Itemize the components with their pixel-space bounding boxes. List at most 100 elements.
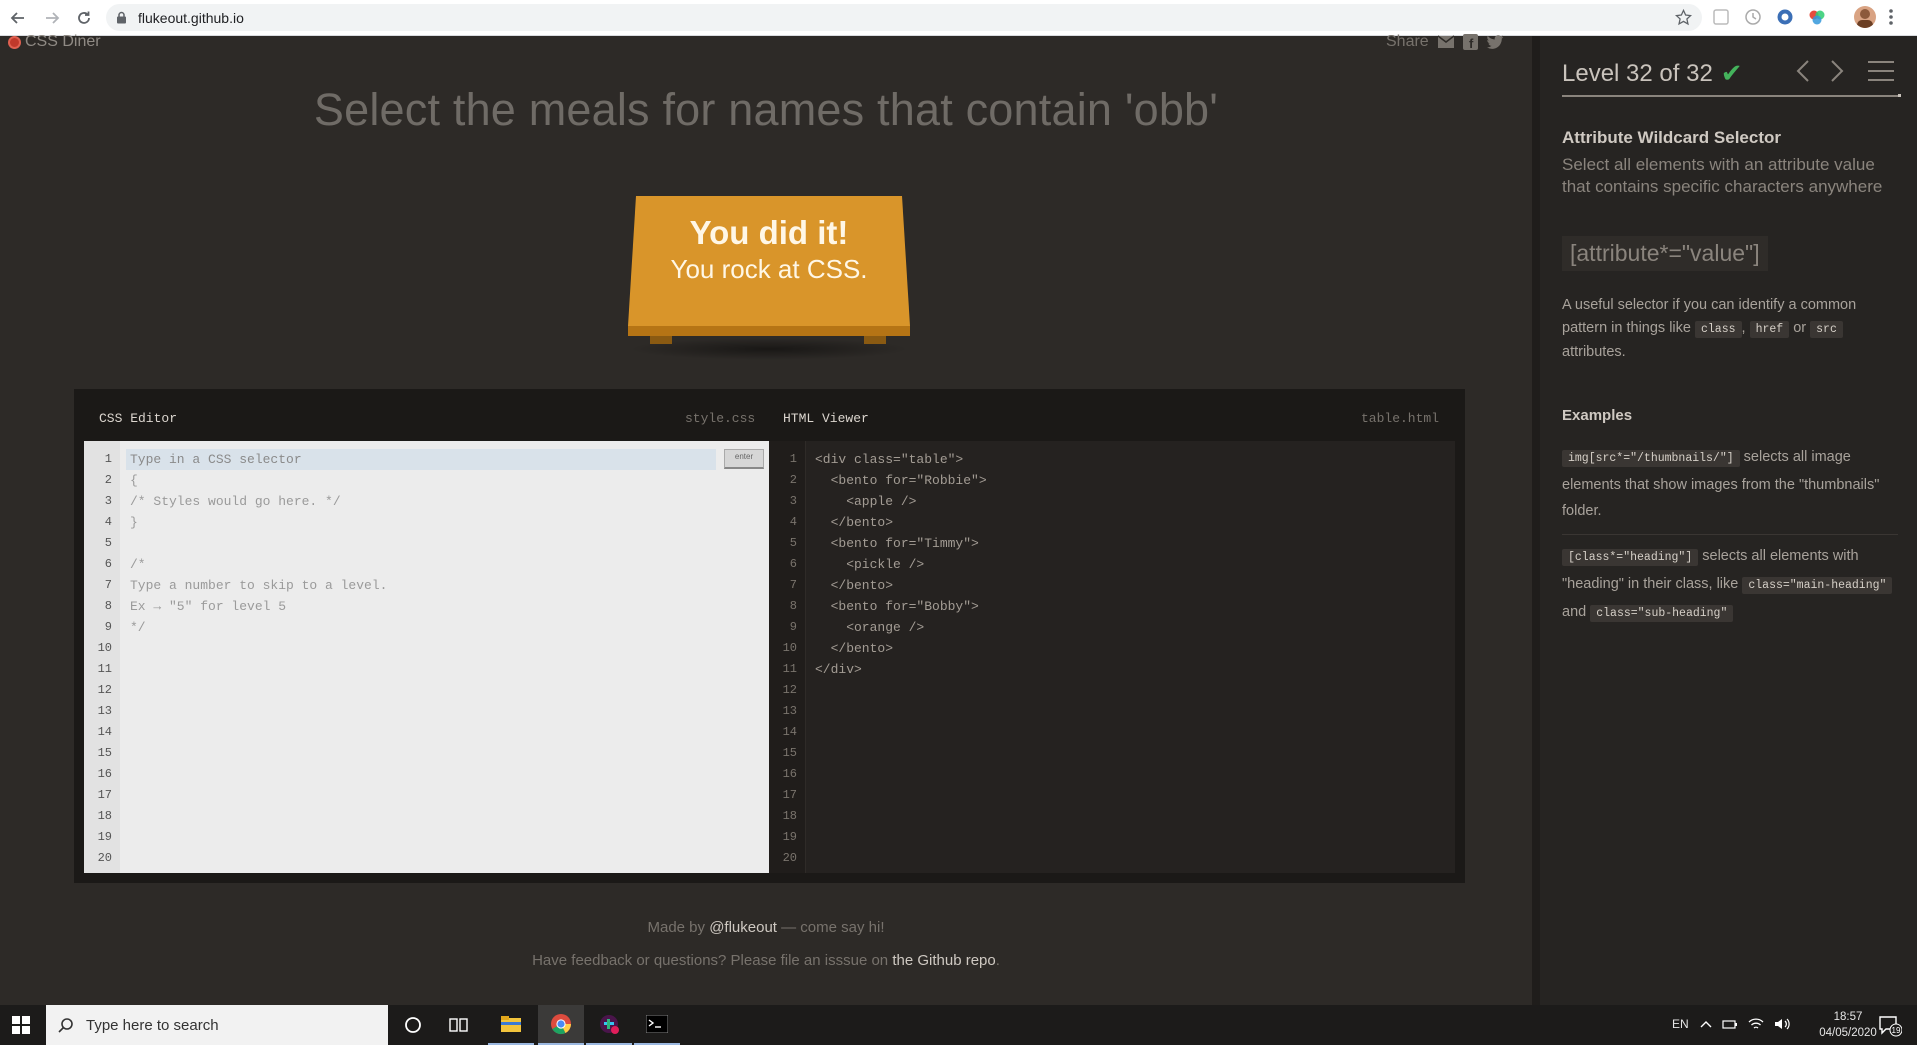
notification-center-icon[interactable]: 19 <box>1878 1015 1902 1037</box>
star-icon[interactable] <box>1675 9 1692 26</box>
chevron-up-icon[interactable] <box>1700 1017 1712 1031</box>
url-text[interactable]: flukeout.github.io <box>138 10 244 26</box>
line-number: 8 <box>104 599 112 613</box>
github-repo-link[interactable]: the Github repo <box>892 952 995 969</box>
browser-toolbar: flukeout.github.io <box>0 0 1917 36</box>
code-tag: href <box>1749 321 1790 338</box>
code-tag: class <box>1695 321 1742 338</box>
markup-line[interactable]: <bento for="Timmy"> <box>815 533 987 554</box>
kebab-menu-icon[interactable] <box>1888 8 1894 26</box>
css-editor: 1 2 3 4 5 6 7 8 9 10 11 12 13 14 15 16 1… <box>84 441 769 873</box>
line-number: 18 <box>97 809 112 823</box>
scrollbar[interactable] <box>1532 36 1540 1005</box>
markup-line[interactable]: <bento for="Robbie"> <box>815 470 987 491</box>
line-number: 3 <box>789 494 797 508</box>
code-tag: class="sub-heading" <box>1590 605 1734 622</box>
line-number: 5 <box>104 536 112 550</box>
markup-line[interactable]: <orange /> <box>815 617 987 638</box>
slack-icon[interactable] <box>586 1005 632 1045</box>
line-number: 14 <box>782 725 797 739</box>
task-view-icon[interactable] <box>436 1005 482 1045</box>
code-line: /* Styles would go here. */ <box>130 494 341 509</box>
code-tag: class="main-heading" <box>1742 577 1893 594</box>
markup-line[interactable]: </bento> <box>815 575 987 596</box>
previous-level-button[interactable] <box>1796 59 1810 83</box>
line-number: 18 <box>782 809 797 823</box>
line-number: 2 <box>104 473 112 487</box>
line-number: 1 <box>789 452 797 466</box>
author-link[interactable]: @flukeout <box>709 919 777 936</box>
markup-line[interactable]: </div> <box>815 659 987 680</box>
extension-shield-icon[interactable] <box>1776 8 1794 26</box>
level-menu-icon[interactable] <box>1868 60 1894 82</box>
markup-line[interactable]: <div class="table"> <box>815 449 987 470</box>
example-item: [class*="heading"] selects all elements … <box>1562 543 1898 627</box>
battery-icon[interactable] <box>1722 1017 1738 1031</box>
code-line: /* <box>130 557 146 572</box>
system-tray <box>1700 1017 1790 1031</box>
markup-line[interactable]: <bento for="Bobby"> <box>815 596 987 617</box>
extension-icon[interactable] <box>1712 8 1730 26</box>
examples-heading: Examples <box>1562 407 1633 424</box>
line-number: 4 <box>789 515 797 529</box>
table-leg <box>650 336 672 344</box>
level-instruction: Select the meals for names that contain … <box>313 84 1219 135</box>
file-explorer-icon[interactable] <box>488 1005 534 1045</box>
reload-icon[interactable] <box>72 6 96 30</box>
terminal-icon[interactable] <box>634 1005 680 1045</box>
css-selector-input[interactable] <box>126 449 716 470</box>
extension-clock-icon[interactable] <box>1744 8 1762 26</box>
share-label: Share <box>1386 33 1429 50</box>
level-sidebar: Level 32 of 32 ✔ Attribute Wildcard Sele… <box>1540 36 1917 1005</box>
win-message-subtitle: You rock at CSS. <box>670 254 868 284</box>
line-number: 4 <box>104 515 112 529</box>
svg-text:f: f <box>1469 36 1474 50</box>
css-editor-filename: style.css <box>685 411 756 426</box>
css-code: { /* Styles would go here. */ } /* Type … <box>130 449 387 638</box>
line-number: 15 <box>97 746 112 760</box>
css-editor-title: CSS Editor <box>99 411 178 426</box>
forward-arrow-icon[interactable] <box>40 6 64 30</box>
clock[interactable]: 18:57 04/05/2020 <box>1818 1009 1878 1041</box>
level-indicator[interactable]: Level 32 of 32 ✔ <box>1562 58 1743 89</box>
markup-line[interactable]: <apple /> <box>815 491 987 512</box>
chrome-icon[interactable] <box>538 1005 584 1045</box>
input-language[interactable]: EN <box>1672 1017 1689 1031</box>
divider <box>1562 534 1898 535</box>
markup-line[interactable]: </bento> <box>815 638 987 659</box>
line-number: 1 <box>104 452 112 466</box>
line-number: 7 <box>104 578 112 592</box>
game-area: CSS Diner Share f Select the meals for n… <box>0 33 1532 1005</box>
address-bar[interactable]: flukeout.github.io <box>106 4 1702 31</box>
windows-start-icon[interactable] <box>12 1016 30 1034</box>
email-icon[interactable] <box>1437 35 1455 49</box>
twitter-icon[interactable] <box>1486 34 1504 50</box>
code-tag: src <box>1810 321 1843 338</box>
progress-marker <box>1898 94 1901 97</box>
wifi-icon[interactable] <box>1748 1017 1764 1031</box>
help-text: , <box>1741 320 1746 336</box>
cortana-icon[interactable] <box>390 1005 436 1045</box>
markup-line[interactable]: <pickle /> <box>815 554 987 575</box>
enter-button[interactable]: enter <box>724 449 764 469</box>
facebook-icon[interactable]: f <box>1462 34 1478 50</box>
logo[interactable]: CSS Diner <box>8 33 101 51</box>
profile-avatar[interactable] <box>1854 6 1876 28</box>
line-number: 13 <box>782 704 797 718</box>
code-tag: [class*="heading"] <box>1562 549 1699 566</box>
line-number: 17 <box>782 788 797 802</box>
line-number: 6 <box>789 557 797 571</box>
level-progress-bar <box>1562 95 1898 97</box>
html-code: <div class="table"> <bento for="Robbie">… <box>815 449 987 680</box>
taskbar-search-box[interactable]: Type here to search <box>46 1005 388 1045</box>
footer-feedback: Have feedback or questions? Please file … <box>0 952 1532 969</box>
line-number: 7 <box>789 578 797 592</box>
markup-line[interactable]: </bento> <box>815 512 987 533</box>
line-number: 11 <box>782 662 797 676</box>
volume-icon[interactable] <box>1774 1017 1790 1031</box>
line-numbers: 1 2 3 4 5 6 7 8 9 10 11 12 13 14 15 16 1… <box>769 441 806 873</box>
back-arrow-icon[interactable] <box>6 6 30 30</box>
extension-color-icon[interactable] <box>1808 8 1826 26</box>
next-level-button[interactable] <box>1830 59 1844 83</box>
